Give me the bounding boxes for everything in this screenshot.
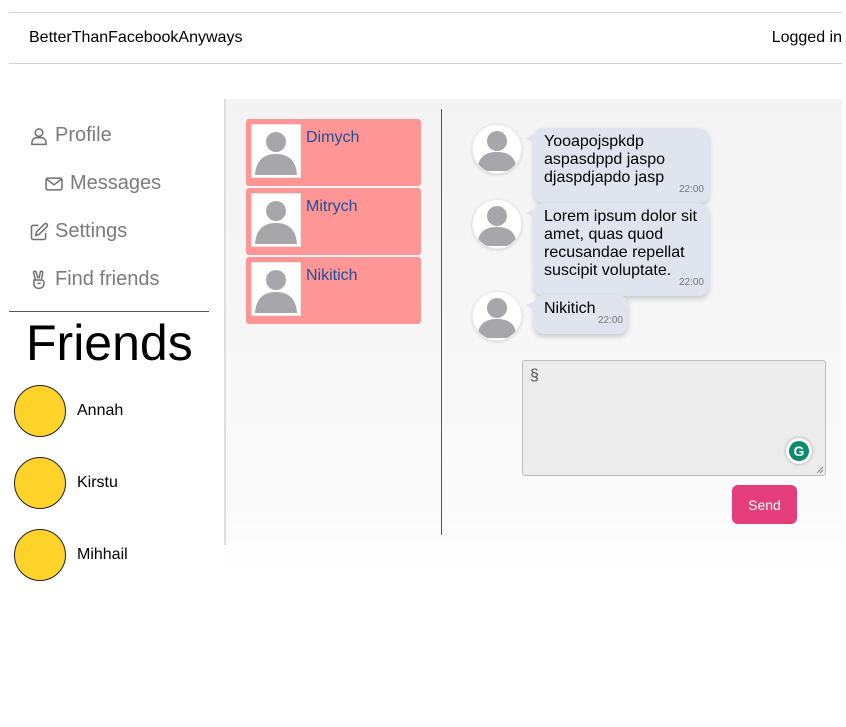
send-button[interactable]: Send — [732, 485, 797, 524]
user-icon — [31, 127, 47, 145]
nav-messages[interactable]: Messages — [44, 172, 161, 195]
envelope-icon — [45, 176, 63, 191]
grammarly-g-glyph: G — [789, 441, 809, 461]
sidebar: Profile Messages Settings Find friends F… — [0, 99, 226, 581]
person-placeholder-icon — [252, 125, 300, 177]
message-avatar — [472, 124, 522, 174]
dialog-avatar — [251, 124, 301, 178]
message-text: Yooapojspkdp aspasdppd jaspo djaspdjapdo… — [544, 133, 665, 186]
friend-avatar — [14, 529, 66, 581]
dialog-item[interactable]: Nikitich — [246, 257, 421, 324]
dialog-name: Nikitich — [306, 267, 358, 284]
message-avatar — [472, 199, 522, 249]
message-textarea[interactable]: § G — [522, 360, 826, 476]
site-brand[interactable]: BetterThanFacebookAnyways — [29, 29, 242, 47]
peace-hand-icon — [32, 270, 45, 289]
dialog-item[interactable]: Dimych — [246, 119, 421, 186]
dialog-item[interactable]: Mitrych — [246, 188, 421, 255]
friend-name: Annah — [77, 402, 124, 419]
person-placeholder-icon — [477, 131, 517, 171]
sidebar-divider — [9, 311, 209, 312]
person-placeholder-icon — [477, 298, 517, 338]
message-time: 22:00 — [597, 315, 623, 326]
message-text: Nikitich — [544, 300, 596, 317]
message-bubble: Lorem ipsum dolor sit amet, quas quod re… — [526, 203, 709, 296]
nav-settings-label: Settings — [55, 220, 128, 242]
message-time: 22:00 — [678, 277, 704, 288]
nav-profile-label: Profile — [55, 124, 112, 146]
dialog-avatar — [251, 193, 301, 247]
message-bubble: Nikitich 22:00 — [526, 295, 628, 334]
message-bubble: Yooapojspkdp aspasdppd jaspo djaspdjapdo… — [526, 128, 709, 203]
friend-avatar — [14, 457, 66, 509]
friend-name: Mihhail — [77, 546, 128, 563]
top-header: BetterThanFacebookAnyways Logged in — [9, 12, 842, 64]
friend-name: Kirstu — [77, 474, 118, 491]
nav-find-friends[interactable]: Find friends — [29, 268, 160, 291]
nav-profile[interactable]: Profile — [29, 124, 112, 147]
message-avatar — [472, 291, 522, 341]
dialog-list: Dimych Mitrych Nikitich — [246, 119, 421, 326]
grammarly-icon[interactable]: G — [786, 438, 812, 464]
nav-settings[interactable]: Settings — [29, 220, 127, 243]
person-placeholder-icon — [252, 194, 300, 246]
friends-heading: Friends — [26, 315, 193, 371]
person-placeholder-icon — [252, 263, 300, 315]
message-text: Lorem ipsum dolor sit amet, quas quod re… — [544, 208, 697, 279]
friend-item[interactable]: Mihhail — [14, 529, 128, 581]
edit-icon — [30, 222, 49, 240]
friend-avatar — [14, 385, 66, 437]
friend-item[interactable]: Kirstu — [14, 457, 118, 509]
panel-divider — [441, 109, 442, 535]
nav-find-friends-label: Find friends — [55, 268, 160, 290]
message-time: 22:00 — [678, 184, 704, 195]
messages-panel: Dimych Mitrych Nikitich Yooapojspkdp asp… — [226, 99, 842, 575]
login-status: Logged in — [771, 29, 842, 46]
friend-item[interactable]: Annah — [14, 385, 123, 437]
person-placeholder-icon — [477, 206, 517, 246]
nav-messages-label: Messages — [70, 172, 162, 194]
dialog-name: Dimych — [306, 129, 360, 146]
resize-handle-icon[interactable] — [816, 466, 824, 474]
message-textarea-value: § — [530, 367, 539, 384]
dialog-avatar — [251, 262, 301, 316]
dialog-name: Mitrych — [306, 198, 358, 215]
